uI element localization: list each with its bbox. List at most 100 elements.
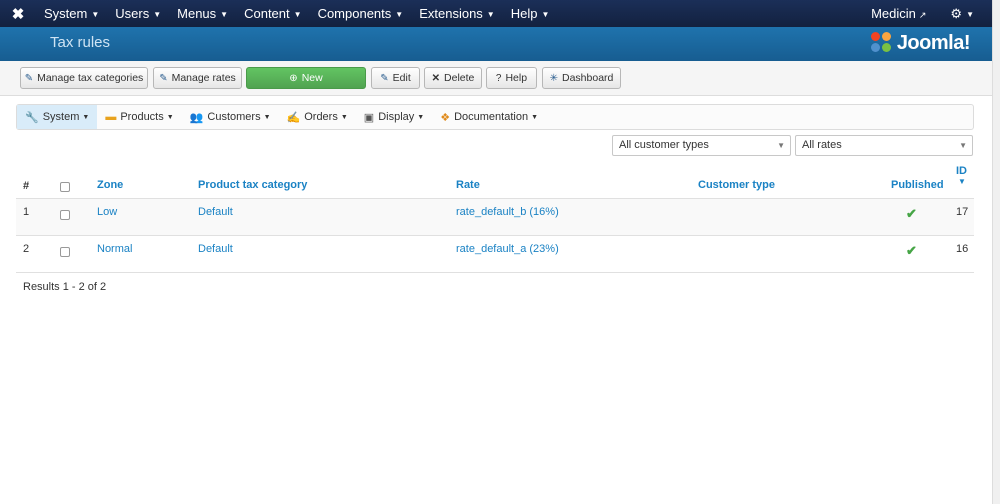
caret-down-icon: ▼: [153, 10, 162, 20]
gear-icon: ⚙: [950, 5, 963, 21]
header-published[interactable]: Published: [891, 179, 944, 191]
header-customer-type[interactable]: Customer type: [698, 179, 775, 191]
manage-rates-label: Manage rates: [171, 72, 236, 84]
zone-link[interactable]: Normal: [97, 243, 132, 255]
customer-type-filter[interactable]: All customer types ▼: [612, 135, 791, 156]
sort-desc-icon[interactable]: ▼: [958, 177, 966, 186]
submenu-display-label: Display: [378, 111, 415, 123]
submenu-orders[interactable]: ✍ Orders ▼: [279, 105, 356, 129]
help-button[interactable]: ? Help: [486, 67, 537, 89]
results-count: Results 1 - 2 of 2: [23, 281, 107, 293]
zone-link[interactable]: Low: [97, 206, 117, 218]
page-header: Tax rules Joomla!: [0, 27, 992, 61]
submenu-customers[interactable]: 👥 Customers ▼: [182, 105, 279, 129]
rates-filter[interactable]: All rates ▼: [795, 135, 973, 156]
manage-rates-button[interactable]: ✎ Manage rates: [153, 67, 242, 89]
window-scrollbar[interactable]: [992, 0, 1000, 504]
delete-label: Delete: [444, 72, 475, 84]
caret-down-icon: ▼: [966, 9, 974, 19]
dashboard-button[interactable]: ✳ Dashboard: [542, 67, 621, 89]
orders-icon: ✍: [286, 111, 301, 124]
delete-button[interactable]: ✕ Delete: [424, 67, 482, 89]
manage-tax-categories-label: Manage tax categories: [37, 72, 144, 84]
submenu-products[interactable]: ▬ Products ▼: [97, 105, 181, 129]
caret-down-icon: ▼: [293, 10, 302, 20]
edit-label: Edit: [392, 72, 411, 84]
row-checkbox[interactable]: [60, 247, 70, 257]
menu-content[interactable]: Content ▼: [236, 0, 309, 27]
menu-extensions-label: Extensions: [419, 6, 483, 21]
submenu-products-label: Products: [120, 111, 164, 123]
display-icon: ▣: [363, 111, 375, 124]
box-icon: ▬: [105, 111, 117, 123]
menu-components-label: Components: [317, 6, 392, 21]
row-checkbox[interactable]: [60, 210, 70, 220]
settings-dropdown[interactable]: ⚙ ▼: [950, 6, 974, 22]
menu-menus-label: Menus: [177, 6, 217, 21]
category-link[interactable]: Default: [198, 243, 233, 255]
rate-link[interactable]: rate_default_b (16%): [456, 206, 559, 218]
menu-users[interactable]: Users ▼: [107, 0, 169, 27]
customer-type-filter-value: All customer types: [619, 139, 709, 151]
question-icon: ?: [495, 72, 502, 84]
site-link[interactable]: Medicin ↗: [871, 6, 926, 21]
menu-help-label: Help: [510, 6, 538, 21]
submenu-system[interactable]: 🔧 System ▼: [17, 105, 98, 129]
new-label: New: [301, 72, 323, 84]
menu-components[interactable]: Components ▼: [310, 0, 412, 27]
menu-extensions[interactable]: Extensions ▼: [411, 0, 503, 27]
wrench-icon: 🔧: [25, 111, 39, 124]
published-check-icon[interactable]: ✔: [906, 243, 917, 259]
external-link-icon: ↗: [918, 10, 927, 20]
rate-link[interactable]: rate_default_a (23%): [456, 243, 559, 255]
plus-circle-icon: ⊕: [289, 72, 298, 84]
joomla-logo-text: Joomla!: [896, 31, 971, 54]
edit-button[interactable]: ✎ Edit: [371, 67, 420, 89]
menu-system-label: System: [44, 6, 88, 21]
caret-down-icon: ▼: [531, 113, 539, 121]
caret-down-icon: ▼: [417, 113, 425, 121]
caret-down-icon: ▼: [82, 113, 90, 121]
close-icon: ✕: [431, 72, 441, 84]
rates-filter-value: All rates: [802, 139, 842, 151]
header-zone[interactable]: Zone: [97, 179, 123, 191]
submenu-display[interactable]: ▣ Display ▼: [356, 105, 432, 129]
caret-down-icon: ▼: [91, 10, 100, 20]
manage-tax-categories-button[interactable]: ✎ Manage tax categories: [20, 67, 148, 89]
category-link[interactable]: Default: [198, 206, 233, 218]
joomla-logo-icon: [870, 32, 893, 54]
chevron-down-icon: ▼: [777, 141, 785, 150]
row-number: 2: [23, 243, 30, 255]
header-product-tax-category[interactable]: Product tax category: [198, 179, 307, 191]
chevron-down-icon: ▼: [959, 141, 967, 150]
component-submenu: 🔧 System ▼ ▬ Products ▼ 👥 Customers ▼ ✍ Orders ▼…: [16, 104, 974, 130]
caret-down-icon: ▼: [395, 10, 404, 20]
top-navbar: ✖ System ▼ Users ▼ Menus ▼ Content ▼ Compone…: [0, 0, 992, 27]
tax-rules-table: # Zone Product tax category Rate Custome…: [16, 163, 974, 273]
joomla-logo: Joomla!: [870, 30, 971, 56]
id-cell: 17: [956, 206, 969, 218]
published-check-icon[interactable]: ✔: [906, 206, 917, 222]
help-label: Help: [505, 72, 528, 84]
table-header: # Zone Product tax category Rate Custome…: [16, 163, 974, 199]
toolbar: ✎ Manage tax categories ✎ Manage rates ⊕ Ne…: [0, 61, 992, 96]
header-id[interactable]: ID: [956, 165, 967, 177]
menu-help[interactable]: Help ▼: [503, 0, 558, 27]
joomla-icon[interactable]: ✖: [0, 5, 36, 23]
header-number: #: [23, 180, 30, 192]
caret-down-icon: ▼: [340, 113, 348, 121]
row-number: 1: [23, 206, 30, 218]
new-button[interactable]: ⊕ New: [246, 67, 366, 89]
main-menu: System ▼ Users ▼ Menus ▼ Content ▼ Component…: [36, 0, 557, 27]
submenu-orders-label: Orders: [304, 111, 338, 123]
select-all-checkbox[interactable]: [60, 182, 70, 192]
menu-system[interactable]: System ▼: [36, 0, 107, 27]
header-rate[interactable]: Rate: [456, 179, 480, 191]
menu-menus[interactable]: Menus ▼: [169, 0, 236, 27]
caret-down-icon: ▼: [263, 113, 271, 121]
caret-down-icon: ▼: [541, 10, 550, 20]
navbar-right: Medicin ↗ ⚙ ▼: [871, 6, 992, 22]
submenu-documentation[interactable]: ❖ Documentation ▼: [432, 105, 546, 129]
submenu-documentation-label: Documentation: [454, 111, 529, 123]
edit-icon: ✎: [24, 72, 34, 84]
